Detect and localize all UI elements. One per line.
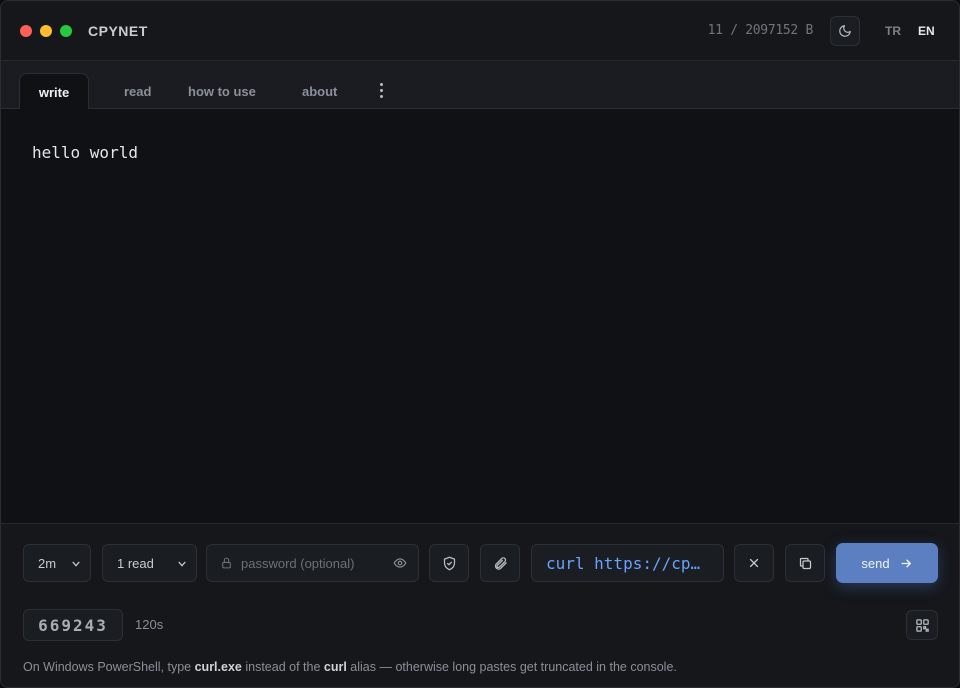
- language-tr[interactable]: TR: [885, 24, 901, 38]
- language-en[interactable]: EN: [918, 24, 935, 38]
- tab-how-to-use[interactable]: how to use: [169, 73, 275, 109]
- copy-button[interactable]: [785, 544, 825, 582]
- password-placeholder: password (optional): [241, 556, 355, 571]
- window-minimize-dot[interactable]: [40, 25, 52, 37]
- read-limit-value: 1 read: [117, 555, 154, 571]
- tab-bar: write read how to use about: [1, 61, 959, 110]
- qr-code-icon: [915, 618, 929, 632]
- paperclip-icon: [494, 556, 507, 570]
- hint-text-1: On Windows PowerShell, type: [23, 660, 195, 674]
- expiry-select[interactable]: 2m: [23, 544, 91, 582]
- clear-button[interactable]: [734, 544, 774, 582]
- encrypt-button[interactable]: [429, 544, 469, 582]
- powershell-hint: On Windows PowerShell, type curl.exe ins…: [23, 660, 677, 674]
- byte-counter: 11 / 2097152 B: [707, 23, 814, 38]
- theme-toggle-button[interactable]: [830, 16, 860, 46]
- hint-text-3: alias — otherwise long pastes get trunca…: [346, 660, 677, 674]
- window-maximize-dot[interactable]: [60, 25, 72, 37]
- curl-command-field[interactable]: curl https://cp…: [531, 544, 724, 582]
- chevron-down-icon: [178, 561, 186, 567]
- password-input[interactable]: password (optional): [206, 544, 419, 582]
- paste-code-display[interactable]: 669243: [23, 609, 123, 641]
- expiry-value: 2m: [38, 555, 57, 571]
- qr-code-button[interactable]: [906, 610, 938, 640]
- arrow-right-icon: [901, 559, 911, 567]
- kebab-menu-icon[interactable]: [371, 73, 391, 107]
- moon-icon: [839, 25, 851, 37]
- app-window: CPYNET 11 / 2097152 B TR EN write read h…: [0, 0, 960, 688]
- attach-file-button[interactable]: [480, 544, 520, 582]
- send-button[interactable]: send: [836, 543, 938, 583]
- hint-bold-curl-exe: curl.exe: [194, 660, 242, 674]
- title-bar: CPYNET 11 / 2097152 B TR EN: [1, 1, 959, 61]
- window-close-dot[interactable]: [20, 25, 32, 37]
- app-title: CPYNET: [88, 23, 148, 39]
- copy-icon: [799, 557, 811, 569]
- eye-icon[interactable]: [392, 556, 408, 570]
- hint-bold-curl: curl: [323, 660, 347, 674]
- editor-area[interactable]: hello world: [1, 109, 959, 524]
- chevron-down-icon: [72, 561, 80, 567]
- bottom-panel: 2m 1 read password (optional) curl https…: [1, 525, 959, 687]
- tab-read[interactable]: read: [105, 73, 170, 109]
- tab-about[interactable]: about: [283, 73, 356, 109]
- ttl-countdown: 120s: [135, 617, 164, 632]
- close-icon: [749, 558, 759, 568]
- shield-icon: [443, 556, 455, 570]
- tab-write[interactable]: write: [19, 73, 89, 110]
- read-limit-select[interactable]: 1 read: [102, 544, 197, 582]
- lock-icon: [222, 557, 231, 569]
- hint-text-2: instead of the: [241, 660, 324, 674]
- editor-content[interactable]: hello world: [32, 143, 138, 162]
- send-label: send: [861, 555, 890, 571]
